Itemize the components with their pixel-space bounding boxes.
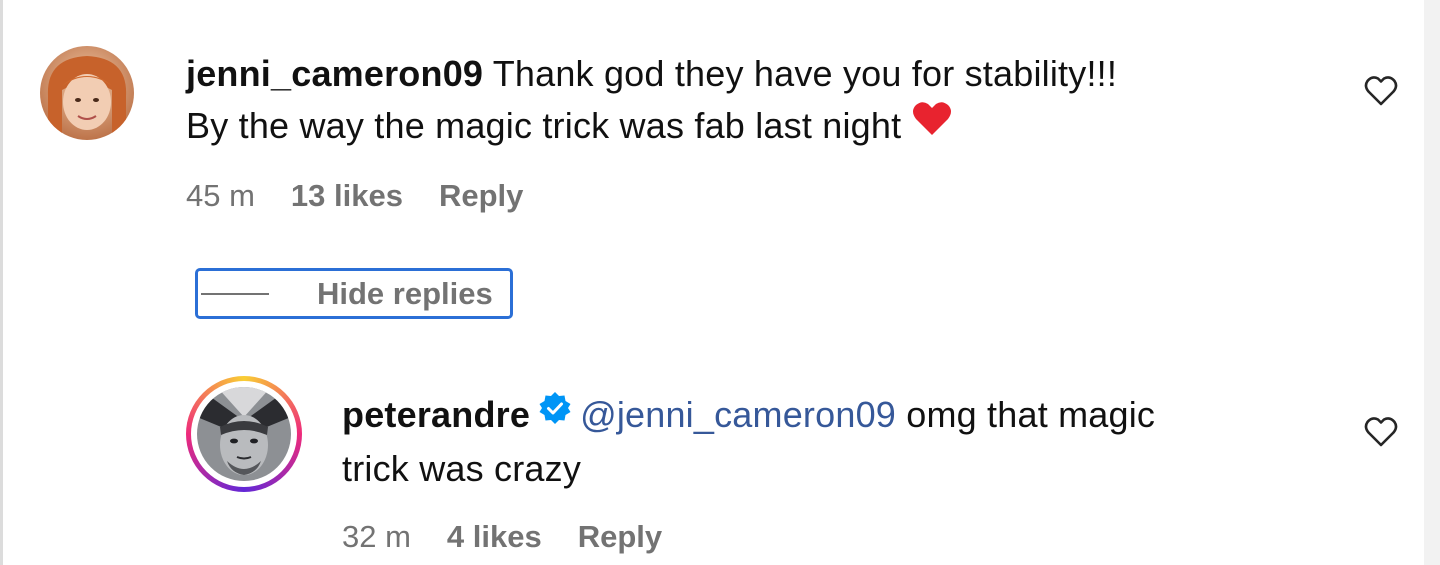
user-photo — [197, 387, 291, 481]
left-border — [0, 0, 3, 565]
red-heart-emoji — [912, 99, 952, 151]
comment-username[interactable]: jenni_cameron09 — [186, 53, 483, 94]
like-heart-icon[interactable] — [1364, 74, 1398, 108]
scrollbar-track[interactable] — [1424, 0, 1440, 565]
avatar[interactable] — [40, 46, 134, 140]
comment-meta: 45 m 13 likes Reply — [186, 178, 523, 214]
user-photo — [40, 46, 134, 140]
reply-button[interactable]: Reply — [439, 178, 523, 214]
reply-likes-count[interactable]: 4 likes — [447, 519, 542, 555]
reply-username[interactable]: peterandre — [342, 394, 530, 435]
avatar-story-ring[interactable] — [186, 376, 302, 492]
hide-replies-button[interactable]: Hide replies — [195, 268, 513, 319]
hide-replies-label: Hide replies — [317, 275, 493, 311]
avatar — [197, 387, 291, 481]
reply-body: peterandre @jenni_cameron09 omg that mag… — [342, 389, 1332, 495]
mention-link[interactable]: @jenni_cameron09 — [580, 394, 896, 435]
reply-text-line2: trick was crazy — [342, 448, 582, 490]
reply-text-line1: omg that magic — [906, 394, 1156, 435]
comment-body: jenni_cameron09 Thank god they have you … — [186, 48, 1336, 154]
reply-meta: 32 m 4 likes Reply — [342, 519, 662, 555]
comment-time[interactable]: 45 m — [186, 178, 255, 214]
comment-text-line1: Thank god they have you for stability!!! — [492, 53, 1118, 94]
reply-time[interactable]: 32 m — [342, 519, 411, 555]
thread-line — [201, 292, 269, 295]
comment-text-line2: By the way the magic trick was fab last … — [186, 105, 902, 146]
like-heart-icon[interactable] — [1364, 415, 1398, 449]
verified-badge-icon — [538, 387, 572, 439]
comment-likes-count[interactable]: 13 likes — [291, 178, 403, 214]
reply-button[interactable]: Reply — [578, 519, 662, 555]
